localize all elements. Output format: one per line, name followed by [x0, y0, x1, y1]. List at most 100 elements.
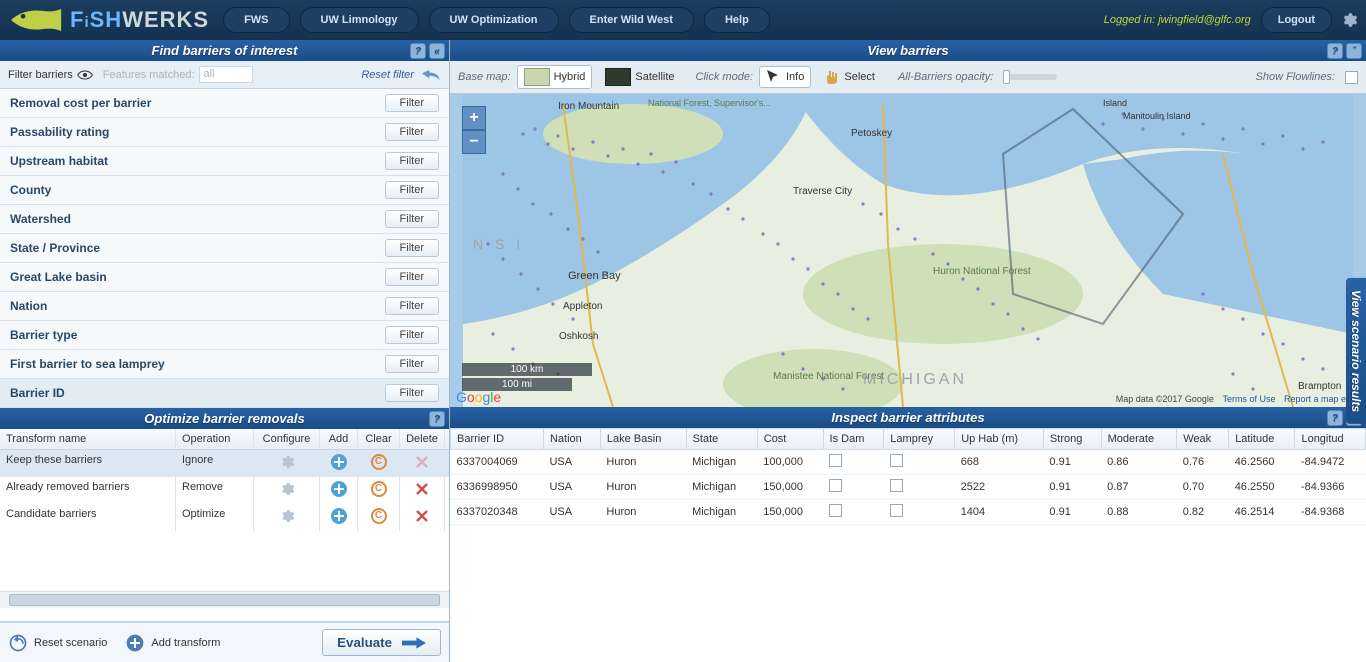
add-transform-button[interactable]: Add transform — [125, 633, 220, 653]
eye-icon[interactable] — [77, 69, 93, 81]
filter-row: Removal cost per barrierFilter — [0, 89, 449, 118]
col-state[interactable]: State — [686, 429, 757, 450]
col-add[interactable]: Add — [320, 429, 358, 449]
help-icon[interactable]: ? — [429, 411, 445, 427]
table-row[interactable]: 6336998950 USA Huron Michigan 150,000 25… — [451, 475, 1366, 500]
filter-row: Barrier IDFilter — [0, 379, 449, 408]
cursor-info-icon — [766, 69, 782, 85]
checkbox[interactable] — [829, 504, 842, 517]
col-cost[interactable]: Cost — [757, 429, 823, 450]
flowlines-label: Show Flowlines: — [1256, 71, 1335, 83]
zoom-out-button[interactable]: − — [462, 130, 486, 154]
view-barriers-header: View barriers ? ˆ — [450, 40, 1366, 61]
help-icon[interactable]: ? — [1327, 43, 1343, 59]
col-longitude[interactable]: Longitud — [1295, 429, 1366, 450]
col-transform-name[interactable]: Transform name — [0, 429, 176, 449]
svg-text:Brampton: Brampton — [1298, 381, 1341, 392]
nav-enter-wild-west[interactable]: Enter Wild West — [569, 7, 694, 33]
filter-row: WatershedFilter — [0, 205, 449, 234]
gear-icon[interactable] — [279, 481, 295, 497]
table-row[interactable]: 6337004069 USA Huron Michigan 100,000 66… — [451, 450, 1366, 475]
checkbox[interactable] — [890, 454, 903, 467]
plus-icon[interactable] — [331, 481, 347, 497]
checkbox[interactable] — [890, 479, 903, 492]
filter-row: Barrier typeFilter — [0, 321, 449, 350]
view-scenario-results-tab[interactable]: View scenario results — [1346, 278, 1366, 424]
transform-row[interactable]: Keep these barriers Ignore C — [0, 450, 449, 477]
col-configure[interactable]: Configure — [254, 429, 320, 449]
plus-icon[interactable] — [331, 454, 347, 470]
basemap-satellite[interactable]: Satellite — [598, 65, 681, 89]
gear-icon[interactable] — [279, 508, 295, 524]
optimize-footer: Reset scenario Add transform Evaluate — [0, 622, 449, 662]
basemap-hybrid[interactable]: Hybrid — [517, 65, 593, 89]
col-lake-basin[interactable]: Lake Basin — [600, 429, 686, 450]
help-icon[interactable]: ? — [410, 43, 426, 59]
col-lamprey[interactable]: Lamprey — [884, 429, 955, 450]
reset-filter-link[interactable]: Reset filter — [361, 68, 441, 82]
nav-uw-optimization[interactable]: UW Optimization — [429, 7, 559, 33]
transforms-header-row: Transform name Operation Configure Add C… — [0, 429, 449, 450]
features-matched-label: Features matched: — [103, 69, 195, 81]
zoom-in-button[interactable]: + — [462, 106, 486, 130]
col-operation[interactable]: Operation — [176, 429, 254, 449]
horizontal-scrollbar[interactable] — [0, 591, 449, 608]
gear-icon[interactable] — [279, 454, 295, 470]
col-clear[interactable]: Clear — [358, 429, 400, 449]
svg-text:Oshkosh: Oshkosh — [559, 331, 598, 342]
map-canvas[interactable]: Iron Mountain National Forest, Superviso… — [450, 94, 1366, 407]
collapse-up-icon[interactable]: ˆ — [1346, 43, 1362, 59]
nav-help[interactable]: Help — [704, 7, 770, 33]
filter-button[interactable]: Filter — [385, 94, 439, 112]
filter-button[interactable]: Filter — [385, 355, 439, 373]
filter-button[interactable]: Filter — [385, 268, 439, 286]
transform-row[interactable]: Already removed barriers Remove C — [0, 477, 449, 504]
reset-scenario-button[interactable]: Reset scenario — [8, 633, 107, 653]
filter-button[interactable]: Filter — [385, 297, 439, 315]
filter-button[interactable]: Filter — [385, 326, 439, 344]
filter-button[interactable]: Filter — [385, 384, 439, 402]
nav-fws[interactable]: FWS — [223, 7, 289, 33]
filter-row: CountyFilter — [0, 176, 449, 205]
clear-icon[interactable]: C — [371, 481, 387, 497]
help-icon[interactable]: ? — [1327, 410, 1343, 426]
clickmode-select[interactable]: Select — [817, 66, 882, 88]
col-up-hab[interactable]: Up Hab (m) — [955, 429, 1044, 450]
col-weak[interactable]: Weak — [1177, 429, 1229, 450]
table-row[interactable]: 6337020348 USA Huron Michigan 150,000 14… — [451, 500, 1366, 525]
col-latitude[interactable]: Latitude — [1229, 429, 1295, 450]
filter-button[interactable]: Filter — [385, 239, 439, 257]
svg-text:Iron Mountain: Iron Mountain — [558, 101, 619, 112]
col-nation[interactable]: Nation — [543, 429, 600, 450]
checkbox[interactable] — [829, 479, 842, 492]
svg-text:National Forest, Supervisor's.: National Forest, Supervisor's... — [648, 98, 771, 108]
checkbox[interactable] — [890, 504, 903, 517]
opacity-slider[interactable] — [1003, 74, 1057, 80]
map-scale: 100 km 100 mi — [462, 361, 592, 391]
col-is-dam[interactable]: Is Dam — [823, 429, 884, 450]
filter-button[interactable]: Filter — [385, 123, 439, 141]
clear-icon[interactable]: C — [371, 508, 387, 524]
delete-icon[interactable] — [414, 481, 430, 497]
inspect-header-row: Barrier ID Nation Lake Basin State Cost … — [451, 429, 1366, 450]
col-strong[interactable]: Strong — [1043, 429, 1101, 450]
clickmode-info[interactable]: Info — [759, 66, 811, 88]
plus-icon[interactable] — [331, 508, 347, 524]
filter-button[interactable]: Filter — [385, 210, 439, 228]
evaluate-button[interactable]: Evaluate — [322, 629, 441, 656]
col-barrier-id[interactable]: Barrier ID — [451, 429, 544, 450]
filter-button[interactable]: Filter — [385, 152, 439, 170]
delete-icon[interactable] — [414, 508, 430, 524]
col-delete[interactable]: Delete — [400, 429, 445, 449]
flowlines-checkbox[interactable] — [1345, 71, 1358, 84]
transform-row[interactable]: Candidate barriers Optimize C — [0, 504, 449, 531]
terms-link[interactable]: Terms of Use — [1222, 394, 1275, 404]
col-moderate[interactable]: Moderate — [1101, 429, 1177, 450]
settings-icon[interactable] — [1340, 11, 1358, 29]
nav-uw-limnology[interactable]: UW Limnology — [300, 7, 419, 33]
collapse-left-icon[interactable]: « — [429, 43, 445, 59]
checkbox[interactable] — [829, 454, 842, 467]
logout-button[interactable]: Logout — [1261, 7, 1332, 33]
filter-button[interactable]: Filter — [385, 181, 439, 199]
clear-icon[interactable]: C — [371, 454, 387, 470]
